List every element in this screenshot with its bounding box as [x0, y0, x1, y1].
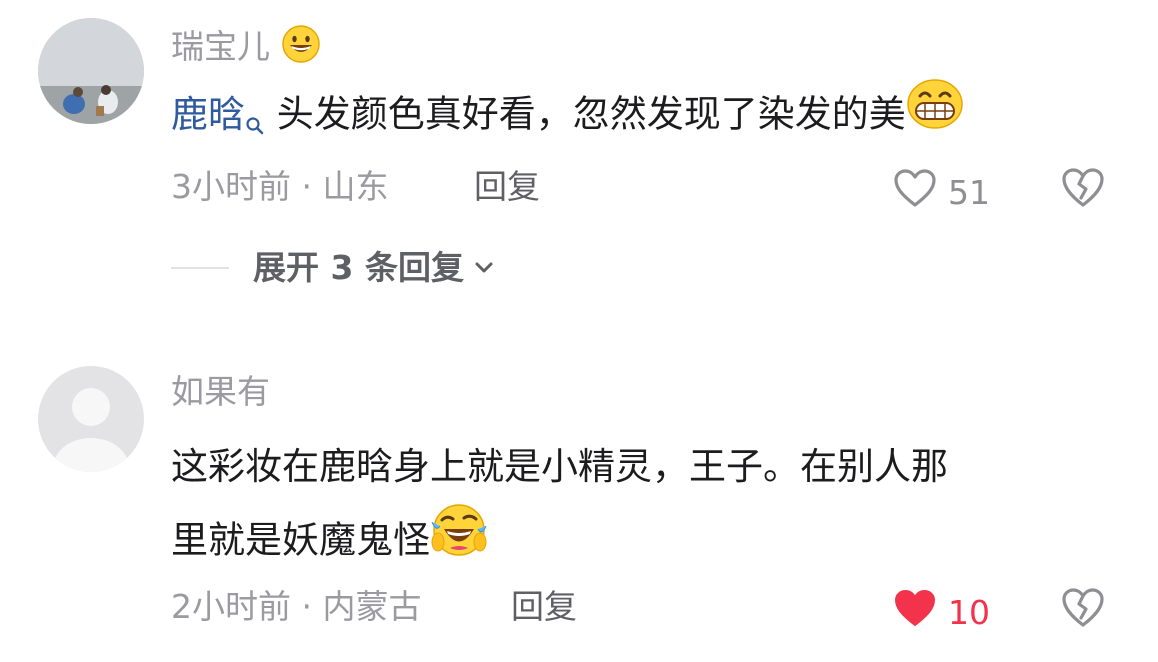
comment-meta: 2小时前 · 内蒙古	[171, 587, 421, 627]
divider-line	[171, 267, 229, 269]
comment-text: 鹿晗 头发颜色真好看，忽然发现了染发的美	[171, 78, 964, 160]
like-count: 10	[948, 592, 990, 632]
grinning-teeth-icon	[906, 78, 964, 154]
like-button[interactable]: 10	[892, 587, 990, 638]
username[interactable]: 瑞宝儿	[171, 24, 321, 73]
grinning-face-icon	[281, 24, 321, 73]
like-count: 51	[948, 172, 990, 212]
comment-text-line-2: 里就是妖魔鬼怪	[171, 502, 488, 582]
chevron-down-icon	[474, 261, 494, 275]
meta-separator: ·	[291, 587, 323, 626]
comment-body-line-2: 里就是妖魔鬼怪	[171, 518, 430, 562]
username-text[interactable]: 瑞宝儿	[171, 27, 270, 66]
broken-heart-icon	[1060, 588, 1106, 633]
comment-meta: 3小时前 · 山东	[171, 167, 388, 207]
broken-heart-icon	[1060, 168, 1106, 213]
location: 内蒙古	[322, 587, 422, 626]
timestamp: 3小时前	[171, 167, 291, 206]
rolling-laughing-face-icon	[430, 502, 488, 582]
reply-button[interactable]: 回复	[511, 587, 577, 627]
dislike-button[interactable]	[1060, 165, 1106, 209]
avatar-photo	[38, 18, 144, 124]
reply-button[interactable]: 回复	[474, 167, 540, 207]
username-text[interactable]: 如果有	[171, 372, 270, 411]
location: 山东	[322, 167, 389, 206]
avatar[interactable]	[38, 366, 144, 472]
expand-replies-button[interactable]: 展开 3 条回复	[171, 248, 494, 288]
dislike-button[interactable]	[1060, 585, 1106, 629]
comment-text: 这彩妆在鹿晗身上就是小精灵，王子。在别人那	[171, 431, 948, 503]
expand-replies-label: 展开 3 条回复	[253, 248, 464, 287]
timestamp: 2小时前	[171, 587, 291, 626]
username[interactable]: 如果有	[171, 372, 270, 412]
search-icon	[245, 88, 265, 160]
comment-body: 头发颜色真好看，忽然发现了染发的美	[276, 92, 906, 136]
default-avatar-icon	[38, 366, 144, 472]
mention-link[interactable]: 鹿晗	[171, 93, 277, 136]
avatar[interactable]	[38, 18, 144, 124]
heart-filled-icon	[892, 587, 938, 638]
meta-separator: ·	[291, 167, 323, 206]
comment-body-line-1: 这彩妆在鹿晗身上就是小精灵，王子。在别人那	[171, 445, 948, 488]
like-button[interactable]: 51	[892, 167, 990, 218]
heart-outline-icon	[892, 167, 938, 218]
